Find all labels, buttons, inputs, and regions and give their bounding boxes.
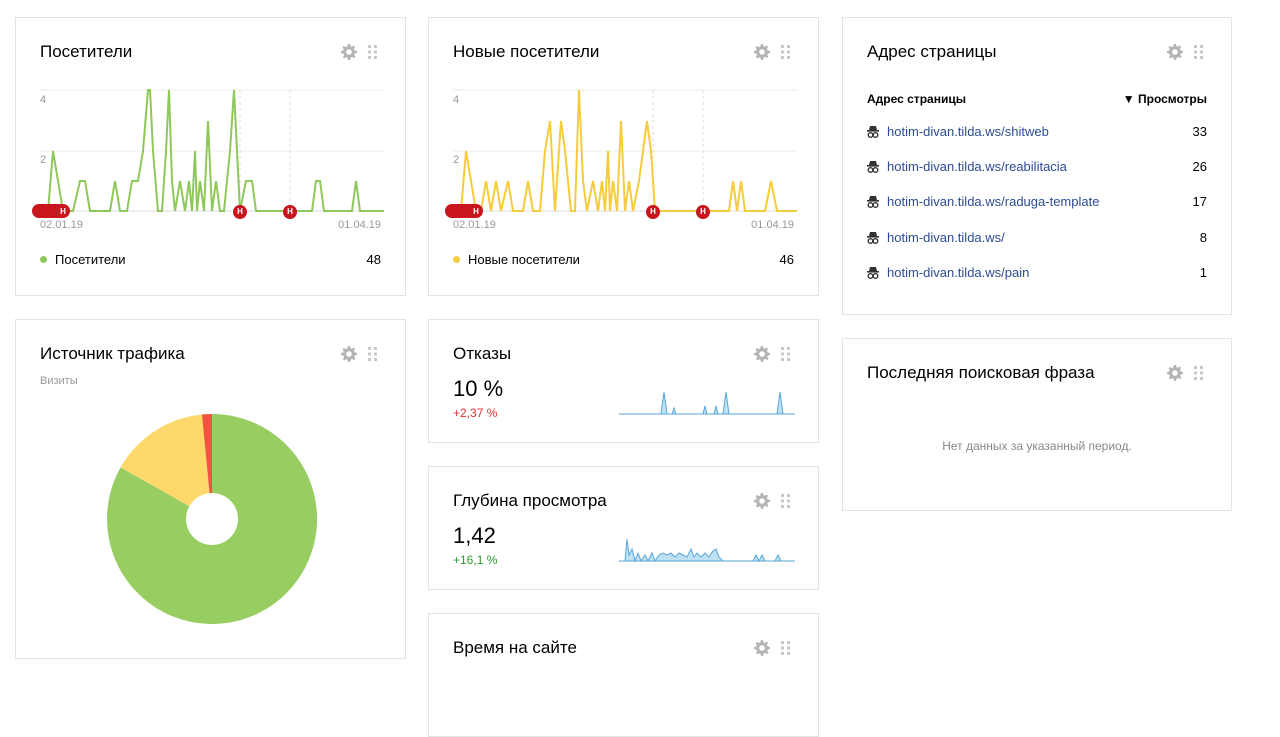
last-search-phrase-widget: Последняя поисковая фраза Нет данных за … xyxy=(842,338,1232,511)
traffic-source-widget: Источник трафика Визиты xyxy=(15,319,406,659)
gear-icon[interactable] xyxy=(754,44,770,60)
pages-title: Адрес страницы xyxy=(867,42,997,61)
gear-icon[interactable] xyxy=(341,346,357,362)
page-link[interactable]: hotim-divan.tilda.ws/ xyxy=(887,230,1005,245)
legend-label: Посетители xyxy=(55,252,126,267)
x-tick-end: 01.04.19 xyxy=(338,219,381,231)
depth-sparkline xyxy=(619,538,795,563)
bounce-rate-widget: Отказы 10 % +2,37 % xyxy=(428,319,819,443)
col-views-header[interactable]: ▼ Просмотры xyxy=(1123,92,1207,106)
col-page-header[interactable]: Адрес страницы xyxy=(867,92,966,106)
annotation-marker-label: Н xyxy=(473,207,479,216)
x-tick-end: 01.04.19 xyxy=(751,219,794,231)
visitors-widget: Посетители 4 2 02.01.19 01.04.19 Н Н Н П… xyxy=(15,17,406,296)
table-row: hotim-divan.tilda.ws/shitweb 33 xyxy=(867,124,1207,139)
legend-dot xyxy=(40,256,47,263)
bounce-value: 10 % xyxy=(453,376,504,401)
depth-value: 1,42 xyxy=(453,523,496,548)
pages-table-header: Адрес страницы ▼ Просмотры xyxy=(867,92,1207,106)
legend-value: 46 xyxy=(779,252,794,267)
bounce-title: Отказы xyxy=(453,344,512,363)
drag-handle-icon[interactable] xyxy=(778,346,794,362)
gear-icon[interactable] xyxy=(341,44,357,60)
pages-widget: Адрес страницы Адрес страницы ▼ Просмотр… xyxy=(842,17,1232,315)
legend-value: 48 xyxy=(366,252,381,267)
bounce-delta: +2,37 % xyxy=(453,406,498,420)
gear-icon[interactable] xyxy=(754,346,770,362)
visitors-line-chart xyxy=(40,89,384,212)
x-tick-start: 02.01.19 xyxy=(453,219,496,231)
gear-icon[interactable] xyxy=(754,640,770,656)
new-visitors-widget: Новые посетители 4 2 02.01.19 01.04.19 Н… xyxy=(428,17,819,296)
table-row: hotim-divan.tilda.ws/pain 1 xyxy=(867,265,1207,280)
traffic-donut-chart xyxy=(107,414,318,624)
traffic-title: Источник трафика xyxy=(40,344,185,363)
drag-handle-icon[interactable] xyxy=(778,44,794,60)
empty-state-text: Нет данных за указанный период. xyxy=(942,439,1132,453)
depth-delta: +16,1 % xyxy=(453,553,498,567)
incognito-icon xyxy=(867,161,879,173)
drag-handle-icon[interactable] xyxy=(365,346,381,362)
table-row: hotim-divan.tilda.ws/reabilitacia 26 xyxy=(867,159,1207,174)
page-depth-widget: Глубина просмотра 1,42 +16,1 % xyxy=(428,466,819,590)
table-row: hotim-divan.tilda.ws/ 8 xyxy=(867,230,1207,245)
incognito-icon xyxy=(867,232,879,244)
incognito-icon xyxy=(867,267,879,279)
drag-handle-icon[interactable] xyxy=(778,493,794,509)
new-visitors-title: Новые посетители xyxy=(453,42,600,61)
page-link[interactable]: hotim-divan.tilda.ws/shitweb xyxy=(887,124,1049,139)
visitors-legend: Посетители 48 xyxy=(40,252,381,267)
page-views: 1 xyxy=(1199,265,1207,280)
drag-handle-icon[interactable] xyxy=(365,44,381,60)
gear-icon[interactable] xyxy=(754,493,770,509)
bounce-sparkline xyxy=(619,391,795,415)
depth-title: Глубина просмотра xyxy=(453,491,607,510)
page-link[interactable]: hotim-divan.tilda.ws/pain xyxy=(887,265,1029,280)
annotation-marker[interactable]: Н xyxy=(283,205,297,219)
drag-handle-icon[interactable] xyxy=(778,640,794,656)
time-title: Время на сайте xyxy=(453,638,577,657)
visitors-title: Посетители xyxy=(40,42,133,61)
annotation-marker-label: Н xyxy=(60,207,66,216)
drag-handle-icon[interactable] xyxy=(1191,44,1207,60)
page-link[interactable]: hotim-divan.tilda.ws/raduga-template xyxy=(887,194,1099,209)
legend-dot xyxy=(453,256,460,263)
new-visitors-line-chart xyxy=(453,89,797,212)
page-link[interactable]: hotim-divan.tilda.ws/reabilitacia xyxy=(887,159,1067,174)
page-views: 8 xyxy=(1199,230,1207,245)
search-phrase-title: Последняя поисковая фраза xyxy=(867,363,1095,382)
new-visitors-legend: Новые посетители 46 xyxy=(453,252,794,267)
incognito-icon xyxy=(867,196,879,208)
drag-handle-icon[interactable] xyxy=(1191,365,1207,381)
annotation-marker[interactable]: Н xyxy=(233,205,247,219)
x-tick-start: 02.01.19 xyxy=(40,219,83,231)
annotation-marker[interactable]: Н xyxy=(646,205,660,219)
page-views: 33 xyxy=(1192,124,1207,139)
gear-icon[interactable] xyxy=(1167,365,1183,381)
table-row: hotim-divan.tilda.ws/raduga-template 17 xyxy=(867,194,1207,209)
time-on-site-widget: Время на сайте xyxy=(428,613,819,737)
page-views: 17 xyxy=(1192,194,1207,209)
annotation-marker[interactable]: Н xyxy=(696,205,710,219)
incognito-icon xyxy=(867,126,879,138)
gear-icon[interactable] xyxy=(1167,44,1183,60)
page-views: 26 xyxy=(1192,159,1207,174)
legend-label: Новые посетители xyxy=(468,252,580,267)
traffic-subtitle: Визиты xyxy=(40,375,78,387)
